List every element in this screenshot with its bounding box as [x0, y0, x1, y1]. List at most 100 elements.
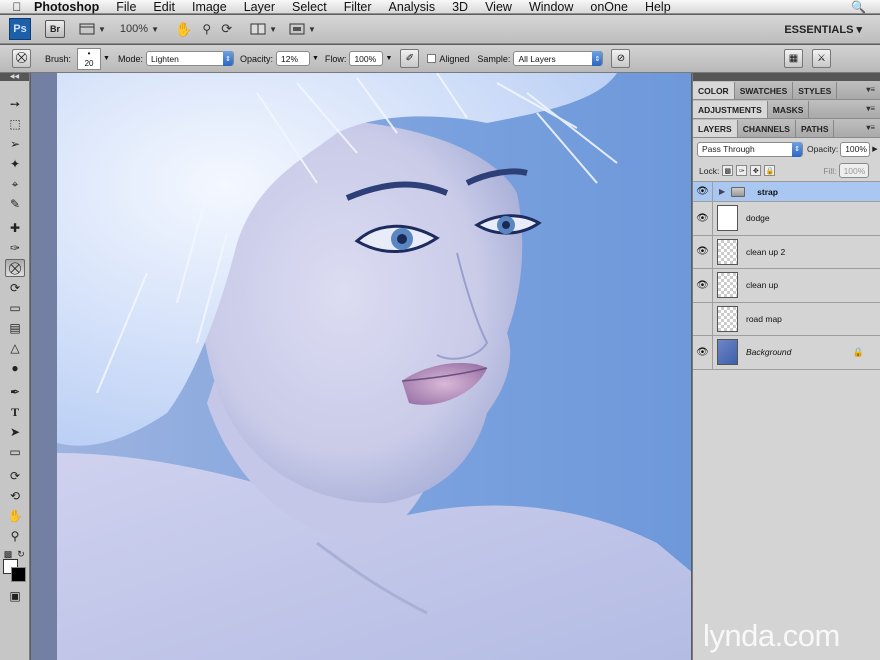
blend-mode-select[interactable]: Pass Through ⇕ — [697, 141, 803, 157]
menu-select[interactable]: Select — [292, 0, 327, 14]
apple-icon[interactable]:  — [0, 0, 34, 14]
3d-orbit-tool-icon[interactable]: ⟲ — [5, 487, 25, 505]
brush-picker[interactable]: • 20 — [77, 47, 102, 70]
menu-help[interactable]: Help — [645, 0, 671, 14]
lock-position-icon[interactable]: ✥ — [750, 165, 762, 176]
history-brush-tool-icon[interactable]: ⟳ — [5, 279, 25, 297]
background-color-swatch[interactable] — [11, 567, 26, 582]
move-tool-icon[interactable]: ➙ — [5, 95, 25, 113]
aligned-checkbox[interactable] — [427, 54, 437, 63]
lock-pixels-icon[interactable]: ✑ — [736, 165, 748, 176]
menu-analysis[interactable]: Analysis — [389, 0, 436, 14]
layer-opacity-field[interactable]: 100% — [840, 141, 871, 157]
zoom-tool-icon[interactable]: ⚲ — [202, 19, 211, 39]
tab-styles[interactable]: STYLES — [793, 82, 838, 99]
tab-swatches[interactable]: SWATCHES — [735, 82, 794, 99]
spotlight-search-icon[interactable]: 🔍 — [851, 0, 866, 14]
ignore-adjustment-layers-toggle[interactable]: ⊘ — [611, 49, 631, 68]
gradient-tool-icon[interactable]: ▤ — [5, 319, 25, 337]
tab-adjustments[interactable]: ADJUSTMENTS — [693, 101, 768, 118]
eye-icon[interactable]: 👁 — [693, 182, 713, 201]
clone-stamp-tool-icon[interactable]: ⛒ — [5, 259, 25, 277]
brush-panel-button[interactable]: ⚔ — [812, 49, 831, 68]
panel-dock-grip[interactable] — [693, 73, 880, 81]
layer-thumbnail — [717, 205, 738, 232]
type-tool-icon[interactable]: T — [5, 403, 25, 421]
screen-mode-button[interactable]: ▼ — [289, 19, 316, 39]
bridge-button[interactable]: Br — [45, 20, 65, 38]
path-selection-tool-icon[interactable]: ➤ — [5, 423, 25, 441]
layer-row-clean-up-2[interactable]: 👁 clean up 2 — [693, 235, 880, 269]
eraser-tool-icon[interactable]: ▭ — [5, 299, 25, 317]
menu-filter[interactable]: Filter — [344, 0, 372, 14]
quick-selection-tool-icon[interactable]: ✦ — [5, 155, 25, 173]
eye-icon[interactable]: 👁 — [693, 235, 713, 268]
brush-panel-icon: ⚔ — [817, 53, 826, 64]
menu-window[interactable]: Window — [529, 0, 573, 14]
shape-tool-icon[interactable]: ▭ — [5, 443, 25, 461]
dodge-tool-icon[interactable]: ● — [5, 359, 25, 377]
mode-select[interactable]: Lighten ⇕ — [145, 51, 234, 66]
opacity-field[interactable]: 12% — [275, 51, 310, 66]
view-extras-button[interactable]: ▼ — [79, 19, 106, 39]
brush-tool-icon[interactable]: ✑ — [5, 239, 25, 257]
zoom-tool-icon[interactable]: ⚲ — [5, 527, 25, 545]
eye-icon[interactable]: 👁 — [693, 202, 713, 235]
menu-view[interactable]: View — [485, 0, 512, 14]
panel-menu-icon[interactable]: ▾≡ — [866, 104, 875, 113]
eye-icon[interactable]: 👁 — [693, 336, 713, 369]
expand-triangle-icon[interactable]: ▶ — [719, 187, 725, 196]
tab-paths[interactable]: PATHS — [796, 120, 835, 137]
menu-layer[interactable]: Layer — [244, 0, 275, 14]
app-menu[interactable]: Photoshop — [34, 0, 99, 14]
layer-row-dodge[interactable]: 👁 dodge — [693, 202, 880, 236]
zoom-level-dropdown[interactable]: 100% ▼ — [120, 19, 159, 39]
tab-masks[interactable]: MASKS — [768, 101, 810, 118]
tab-layers[interactable]: LAYERS — [693, 120, 738, 137]
marquee-tool-icon[interactable]: ⬚ — [5, 115, 25, 133]
tab-color[interactable]: COLOR — [693, 82, 735, 99]
clone-source-panel-button[interactable]: ▦ — [784, 49, 803, 68]
hand-tool-icon[interactable]: ✋ — [175, 19, 192, 39]
eye-hidden-icon[interactable] — [693, 302, 713, 335]
flow-field[interactable]: 100% — [349, 51, 384, 66]
layer-row-road-map[interactable]: road map — [693, 302, 880, 336]
panel-menu-icon[interactable]: ▾≡ — [866, 85, 875, 94]
layer-row-background[interactable]: 👁 Background 🔒 — [693, 336, 880, 370]
fill-field[interactable]: 100% — [838, 163, 869, 178]
layer-row-strap[interactable]: 👁 ▶ strap — [693, 182, 880, 202]
lock-transparency-icon[interactable]: ▩ — [722, 165, 734, 176]
canvas-image[interactable] — [57, 73, 691, 660]
rotate-view-icon[interactable]: ⟳ — [221, 19, 232, 39]
menu-onone[interactable]: onOne — [590, 0, 628, 14]
lock-all-icon[interactable]: 🔒 — [764, 165, 776, 176]
tool-preset-picker[interactable]: ⛒ — [12, 49, 31, 68]
menu-edit[interactable]: Edit — [153, 0, 175, 14]
hand-tool-icon[interactable]: ✋ — [5, 507, 25, 525]
layer-opacity-caret[interactable]: ▶ — [872, 145, 877, 153]
eye-icon[interactable]: 👁 — [693, 269, 713, 302]
arrange-documents-button[interactable]: ▼ — [250, 19, 277, 39]
pen-tool-icon[interactable]: ✒ — [5, 383, 25, 401]
sample-select[interactable]: All Layers ⇕ — [513, 51, 604, 66]
airbrush-toggle[interactable]: ✐ — [400, 49, 420, 68]
opacity-slider-caret[interactable]: ▼ — [312, 55, 319, 62]
layer-row-clean-up[interactable]: 👁 clean up — [693, 269, 880, 303]
menu-file[interactable]: File — [116, 0, 136, 14]
healing-brush-tool-icon[interactable]: ✚ — [5, 219, 25, 237]
quick-mask-icon[interactable]: ▣ — [5, 587, 25, 605]
tools-panel-grip[interactable]: ◀◀ — [0, 73, 29, 81]
eyedropper-tool-icon[interactable]: ✎ — [5, 195, 25, 213]
lasso-tool-icon[interactable]: ➢ — [5, 135, 25, 153]
panel-menu-icon[interactable]: ▾≡ — [866, 123, 875, 132]
menu-3d[interactable]: 3D — [452, 0, 468, 14]
brush-picker-caret[interactable]: ▼ — [103, 55, 110, 62]
tab-channels[interactable]: CHANNELS — [738, 120, 796, 137]
workspace-switcher[interactable]: ESSENTIALS ▾ — [784, 23, 862, 36]
blur-tool-icon[interactable]: △ — [5, 339, 25, 357]
canvas-pasteboard — [31, 73, 57, 660]
crop-tool-icon[interactable]: ⌖ — [5, 175, 25, 193]
menu-image[interactable]: Image — [192, 0, 227, 14]
flow-slider-caret[interactable]: ▼ — [385, 55, 392, 62]
3d-rotate-tool-icon[interactable]: ⟳ — [5, 467, 25, 485]
